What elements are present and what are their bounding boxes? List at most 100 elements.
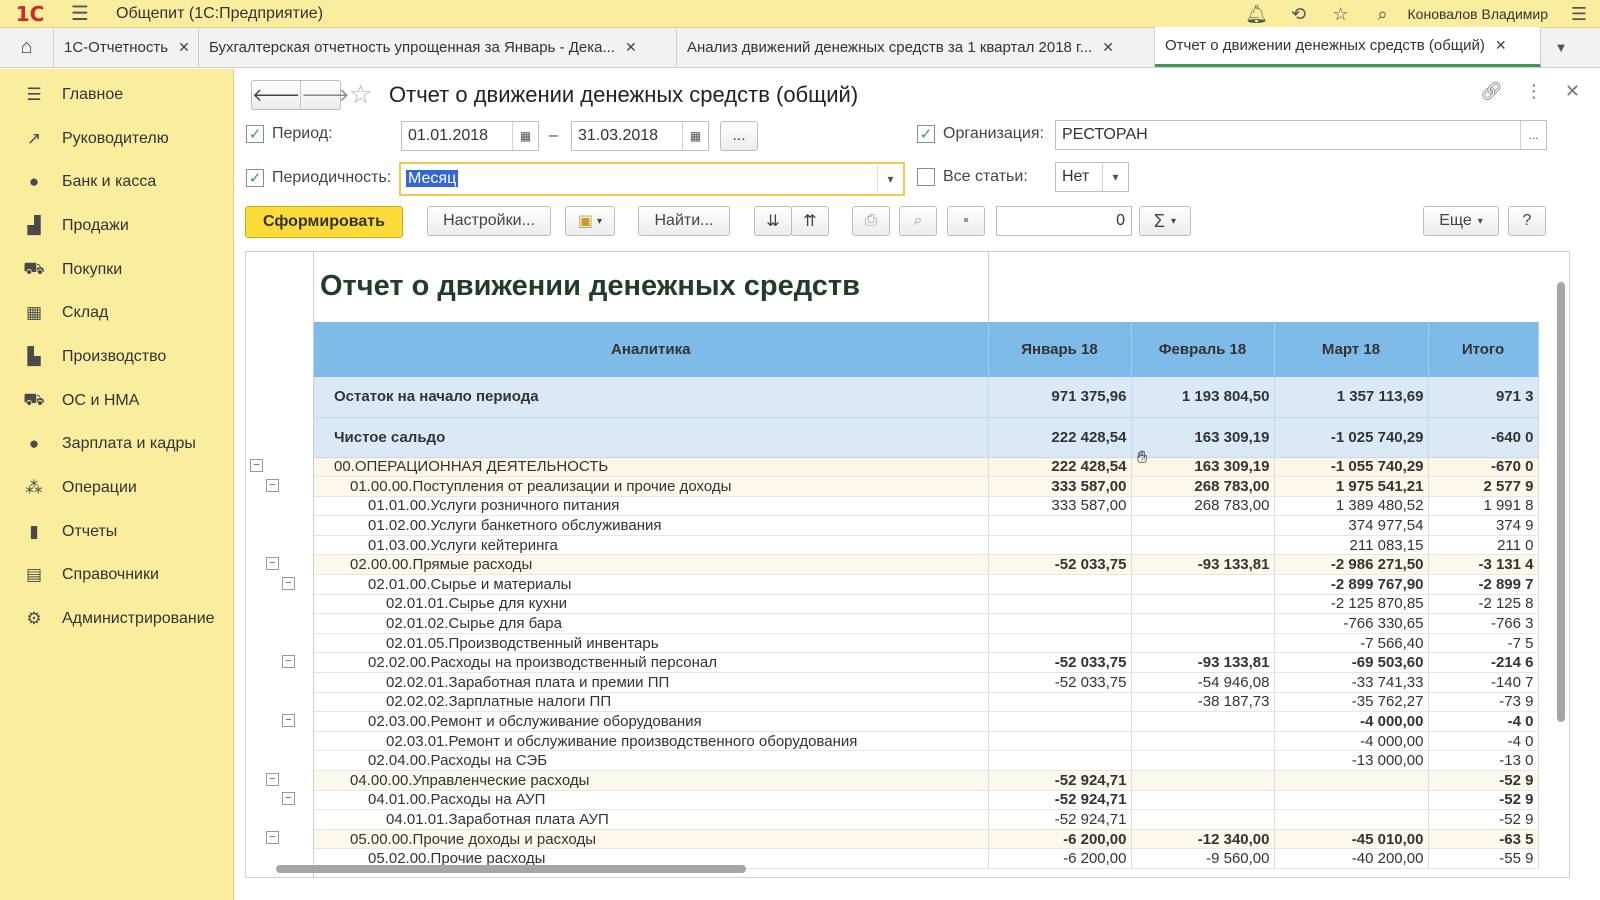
table-row[interactable]: 02.02.01.Заработная плата и премии ПП -52… xyxy=(314,672,1539,693)
sidebar-item-production[interactable]: ▙ Производство xyxy=(0,335,233,379)
expand-all-icon[interactable]: ⇊ xyxy=(754,206,792,236)
collapse-toggle-icon[interactable]: − xyxy=(282,713,295,727)
history-icon[interactable]: ⟲ xyxy=(1278,4,1320,25)
help-button[interactable]: ? xyxy=(1508,206,1546,236)
close-icon[interactable]: ✕ xyxy=(625,39,637,56)
sidebar-item-salary[interactable]: ● Зарплата и кадры xyxy=(0,423,233,467)
table-row[interactable]: 01.02.00.Услуги банкетного обслуживания 3… xyxy=(314,515,1539,536)
all-items-checkbox[interactable] xyxy=(917,168,935,186)
table-row[interactable]: 04.01.00.Расходы на АУП -52 924,71 -52 9 xyxy=(314,790,1539,811)
collapse-toggle-icon[interactable]: − xyxy=(266,478,279,492)
table-row[interactable]: 02.01.02.Сырье для бара -766 330,65 -766 3 xyxy=(314,613,1539,634)
tab-accounting-report[interactable]: Бухгалтерская отчетность упрощенная за Я… xyxy=(199,27,677,67)
back-arrow-icon[interactable]: 🡐 xyxy=(252,81,300,109)
org-checkbox[interactable]: ✓ xyxy=(917,125,935,143)
sidebar-item-bank[interactable]: ● Банк и касса xyxy=(0,160,233,204)
table-row[interactable]: 02.01.05.Производственный инвентарь -7 56… xyxy=(314,633,1539,654)
bell-icon[interactable]: 🔔︎ xyxy=(1236,4,1278,25)
period-checkbox[interactable]: ✓ xyxy=(246,125,264,143)
collapse-all-icon[interactable]: ⇈ xyxy=(791,206,829,236)
user-name[interactable]: Коновалов Владимир xyxy=(1404,6,1558,22)
sidebar-item-purchases[interactable]: ⛟ Покупки xyxy=(0,248,233,292)
table-row[interactable]: 02.04.00.Расходы на СЭБ -13 000,00 -13 0 xyxy=(314,750,1539,771)
collapse-toggle-icon[interactable]: − xyxy=(266,772,279,786)
app-logo[interactable]: 1С xyxy=(0,0,60,28)
find-button[interactable]: Найти... xyxy=(638,206,730,236)
period-select-button[interactable]: ... xyxy=(720,121,758,151)
table-row[interactable]: 05.00.00.Прочие доходы и расходы -6 200,0… xyxy=(314,829,1539,850)
close-icon[interactable]: ✕ xyxy=(1102,39,1114,56)
all-items-select[interactable]: Нет ▾ xyxy=(1055,162,1129,192)
table-row[interactable]: 02.03.01.Ремонт и обслуживание производс… xyxy=(314,731,1539,752)
favorite-star-icon[interactable]: ☆ xyxy=(349,79,372,110)
close-icon[interactable]: ✕ xyxy=(1495,37,1507,54)
collapse-toggle-icon[interactable]: − xyxy=(266,831,279,845)
horizontal-scrollbar[interactable] xyxy=(276,865,1546,873)
chevron-down-icon[interactable]: ▼ xyxy=(1541,27,1581,67)
periodicity-checkbox[interactable]: ✓ xyxy=(246,169,264,187)
table-row[interactable]: 02.01.01.Сырье для кухни -2 125 870,85 -2 … xyxy=(314,594,1539,615)
periodicity-select[interactable]: Месяц ▾ xyxy=(399,162,905,196)
forward-arrow-icon[interactable]: 🡒 xyxy=(300,81,350,109)
sidebar-item-warehouse[interactable]: ▦ Склад xyxy=(0,291,233,335)
sidebar-item-catalogs[interactable]: ▤ Справочники xyxy=(0,554,233,598)
save-icon[interactable]: ▪ xyxy=(947,206,985,236)
table-row[interactable]: 01.03.00.Услуги кейтеринга 211 083,15 211 … xyxy=(314,535,1539,556)
close-icon[interactable]: ✕ xyxy=(178,39,190,56)
generate-button[interactable]: Сформировать xyxy=(245,206,403,238)
sidebar-item-manager[interactable]: ↗ Руководителю xyxy=(0,117,233,161)
table-row[interactable]: 00.ОПЕРАЦИОННАЯ ДЕЯТЕЛЬНОСТЬ 222 428,54 16… xyxy=(314,457,1539,478)
link-icon[interactable]: 🔗︎ xyxy=(1480,81,1503,102)
calendar-icon[interactable]: ▦ xyxy=(682,122,708,150)
summary-row: Остаток на начало периода 971 375,96 1 193… xyxy=(314,377,1539,418)
table-row[interactable]: 01.00.00.Поступления от реализации и про… xyxy=(314,476,1539,497)
chevron-down-icon[interactable]: ▾ xyxy=(1102,163,1128,191)
sum-value-field[interactable]: 0 xyxy=(996,206,1132,236)
table-row[interactable]: 02.02.02.Зарплатные налоги ПП -38 187,73-… xyxy=(314,692,1539,713)
org-select-button[interactable]: ... xyxy=(1520,121,1546,149)
settings-menu-icon[interactable]: ☰ xyxy=(1558,4,1600,25)
star-icon[interactable]: ☆ xyxy=(1320,4,1362,25)
vertical-scrollbar[interactable] xyxy=(1557,262,1565,862)
search-icon[interactable]: ⌕ xyxy=(1362,4,1404,25)
sidebar-item-fixed-assets[interactable]: ⛟ ОС и НМА xyxy=(0,379,233,423)
sidebar-item-admin[interactable]: ⚙ Администрирование xyxy=(0,597,233,641)
sum-button[interactable]: Σ ▾ xyxy=(1139,206,1191,236)
scroll-thumb[interactable] xyxy=(1557,282,1565,722)
table-row[interactable]: 04.01.01.Заработная плата АУП -52 924,71 -… xyxy=(314,809,1539,830)
tab-reporting[interactable]: 1С-Отчетность ✕ xyxy=(54,27,199,67)
report-spreadsheet[interactable]: Отчет о движении денежных средств Аналит… xyxy=(245,251,1570,878)
collapse-toggle-icon[interactable]: − xyxy=(282,576,295,590)
more-button[interactable]: Еще ▾ xyxy=(1423,206,1499,236)
main-menu-icon[interactable]: ☰ xyxy=(60,1,100,26)
table-row[interactable]: 01.01.00.Услуги розничного питания 333 58… xyxy=(314,496,1539,517)
more-vertical-icon[interactable]: ⋮ xyxy=(1525,81,1543,102)
organization-field[interactable]: РЕСТОРАН ... xyxy=(1055,120,1547,150)
collapse-toggle-icon[interactable]: − xyxy=(266,557,279,570)
table-row[interactable]: 04.00.00.Управленческие расходы -52 924,7… xyxy=(314,770,1539,791)
sidebar-item-operations[interactable]: ⁂ Операции xyxy=(0,466,233,510)
tab-cash-flow-report[interactable]: Отчет о движении денежных средств (общий… xyxy=(1155,27,1541,67)
period-to-field[interactable]: 31.03.2018 ▦ xyxy=(571,121,709,151)
calendar-icon[interactable]: ▦ xyxy=(512,122,538,150)
table-row[interactable]: 02.00.00.Прямые расходы -52 033,75 -93 133… xyxy=(314,554,1539,576)
settings-button[interactable]: Настройки... xyxy=(427,206,551,236)
sidebar-item-reports[interactable]: ▮ Отчеты xyxy=(0,510,233,554)
collapse-toggle-icon[interactable]: − xyxy=(282,655,295,668)
close-icon[interactable]: ✕ xyxy=(1565,81,1580,102)
preview-icon[interactable]: ⌕ xyxy=(899,206,937,236)
collapse-toggle-icon[interactable]: − xyxy=(282,792,295,806)
sidebar-item-main[interactable]: ☰ Главное xyxy=(0,73,233,117)
print-icon[interactable]: ⎙ xyxy=(852,206,890,236)
home-icon[interactable]: ⌂ xyxy=(0,27,54,67)
table-row[interactable]: 02.03.00.Ремонт и обслуживание оборудова… xyxy=(314,711,1539,732)
table-row[interactable]: 02.02.00.Расходы на производственный пер… xyxy=(314,652,1539,674)
table-row[interactable]: 02.01.00.Сырье и материалы -2 899 767,90-… xyxy=(314,574,1539,595)
tab-cash-analysis[interactable]: Анализ движений денежных средств за 1 кв… xyxy=(677,27,1155,67)
sidebar-item-sales[interactable]: ▟ Продажи xyxy=(0,204,233,248)
scroll-thumb[interactable] xyxy=(276,865,746,873)
variants-button[interactable]: ▣ ▾ xyxy=(565,206,615,236)
chevron-down-icon[interactable]: ▾ xyxy=(877,165,903,193)
period-from-field[interactable]: 01.01.2018 ▦ xyxy=(401,121,539,151)
collapse-toggle-icon[interactable]: − xyxy=(250,459,263,472)
